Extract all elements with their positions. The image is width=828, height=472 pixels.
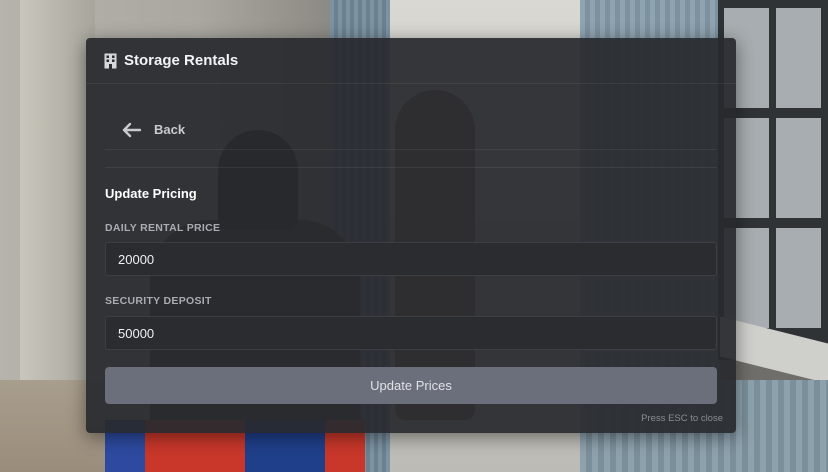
daily-price-label: DAILY RENTAL PRICE	[105, 222, 221, 234]
section-title: Update Pricing	[105, 186, 197, 201]
arrow-left-icon	[122, 122, 142, 138]
back-label: Back	[154, 122, 186, 137]
panel-title: Storage Rentals	[124, 52, 239, 69]
panel-header: Storage Rentals	[86, 38, 736, 84]
daily-price-input[interactable]	[105, 242, 717, 276]
security-deposit-label: SECURITY DEPOSIT	[105, 295, 212, 307]
bg-pillar	[20, 0, 95, 390]
storage-rentals-panel: Storage Rentals Back Update Pricing DAIL…	[86, 38, 736, 433]
update-prices-button[interactable]: Update Prices	[105, 367, 717, 404]
building-icon	[104, 53, 117, 69]
back-button[interactable]: Back	[105, 110, 717, 150]
esc-hint: Press ESC to close	[641, 413, 723, 424]
security-deposit-input[interactable]	[105, 316, 717, 350]
section-divider	[105, 167, 717, 168]
